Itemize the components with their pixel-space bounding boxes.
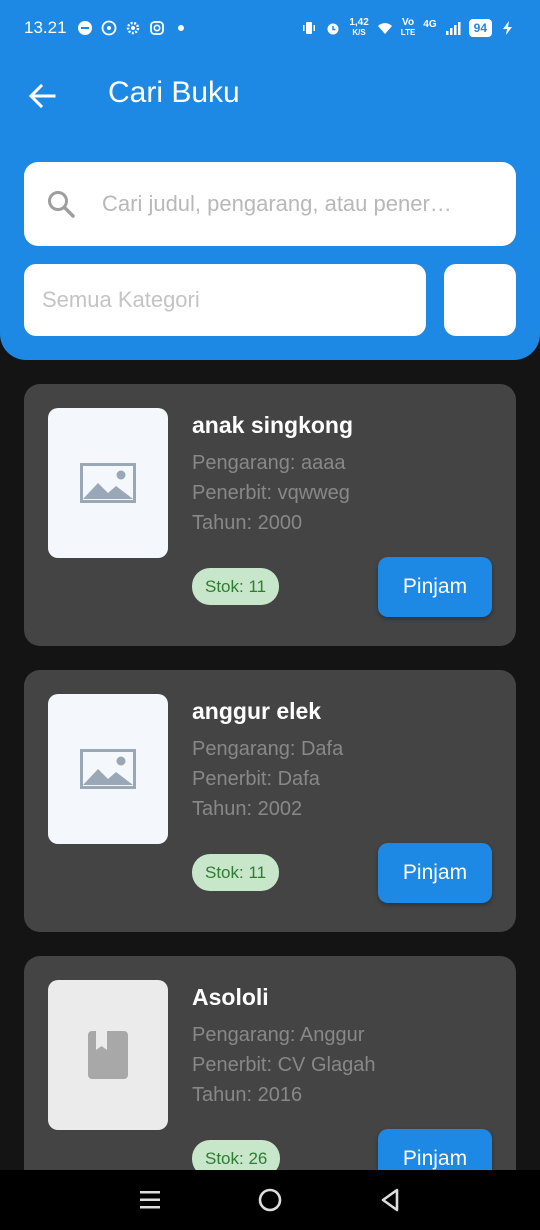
- stock-badge: Stok: 26: [192, 1140, 281, 1170]
- alarm-icon: [327, 23, 339, 35]
- borrow-button[interactable]: Pinjam: [378, 843, 492, 903]
- image-placeholder-icon: [80, 749, 136, 789]
- book-publisher: Penerbit: Dafa: [192, 768, 320, 790]
- borrow-button[interactable]: Pinjam: [378, 557, 492, 617]
- volte-indicator: Vo LTE: [401, 18, 416, 38]
- volte-top: Vo: [402, 17, 415, 28]
- search-input[interactable]: [102, 191, 492, 217]
- book-author: Pengarang: Anggur: [192, 1024, 365, 1046]
- vibrate-icon: [303, 22, 316, 34]
- page-title: Cari Buku: [108, 76, 240, 109]
- home-circle-icon: [258, 1188, 282, 1212]
- stock-badge: Stok: 11: [192, 568, 280, 605]
- filter-button[interactable]: [444, 264, 516, 336]
- battery-level: 94: [468, 19, 492, 37]
- book-cover: [48, 694, 168, 844]
- net-speed: 1,42 K/S: [349, 18, 368, 38]
- app-header: 13.21 1,42 K/S Vo LTE 4G 94 Cari Buku Ca…: [0, 0, 540, 360]
- instagram-icon: [149, 21, 164, 35]
- menu-icon: [140, 1191, 160, 1209]
- book-year: Tahun: 2016: [192, 1084, 303, 1106]
- book-year: Tahun: 2002: [192, 798, 303, 820]
- stock-badge: Stok: 11: [192, 854, 280, 891]
- status-time: 13.21: [24, 18, 67, 37]
- category-dropdown[interactable]: Semua Kategori: [24, 264, 426, 336]
- dot-icon: [177, 25, 184, 31]
- search-icon: [48, 191, 75, 218]
- book-author: Pengarang: aaaa: [192, 452, 346, 474]
- book-author: Pengarang: Dafa: [192, 738, 344, 760]
- book-title: anak singkong: [192, 412, 354, 438]
- search-box[interactable]: [24, 162, 516, 246]
- home-button[interactable]: [250, 1180, 290, 1220]
- back-triangle-icon: [381, 1188, 399, 1212]
- whatsapp-icon: [101, 20, 116, 36]
- book-list[interactable]: anak singkong Pengarang: aaaa Penerbit: …: [24, 384, 516, 1170]
- image-placeholder-icon: [80, 463, 136, 503]
- book-cover: [48, 980, 168, 1130]
- messenger-icon: [77, 21, 92, 35]
- book-icon: [88, 1031, 128, 1079]
- book-card: anak singkong Pengarang: aaaa Penerbit: …: [24, 384, 516, 646]
- book-cover: [48, 408, 168, 558]
- status-bar: 13.21 1,42 K/S Vo LTE 4G 94: [0, 0, 540, 56]
- recent-apps-button[interactable]: [130, 1180, 170, 1220]
- volte-bottom: LTE: [400, 28, 416, 37]
- book-title: Asololi: [192, 984, 269, 1010]
- book-title: anggur elek: [192, 698, 322, 724]
- book-card: anggur elek Pengarang: Dafa Penerbit: Da…: [24, 670, 516, 932]
- wifi-icon: [377, 23, 392, 34]
- net-speed-unit: K/S: [352, 28, 366, 37]
- back-nav-button[interactable]: [370, 1180, 410, 1220]
- charging-icon: [503, 21, 512, 35]
- borrow-button[interactable]: Pinjam: [378, 1129, 492, 1170]
- settings-icon: [126, 21, 139, 35]
- book-year: Tahun: 2000: [192, 512, 303, 534]
- book-publisher: Penerbit: CV Glagah: [192, 1054, 376, 1076]
- signal-icon: [445, 22, 461, 35]
- net-speed-value: 1,42: [349, 17, 369, 28]
- book-publisher: Penerbit: vqwweg: [192, 482, 350, 504]
- network-type: 4G: [423, 19, 437, 30]
- book-card: Asololi Pengarang: Anggur Penerbit: CV G…: [24, 956, 516, 1170]
- system-nav-bar: [0, 1170, 540, 1230]
- back-arrow-icon[interactable]: [26, 80, 58, 112]
